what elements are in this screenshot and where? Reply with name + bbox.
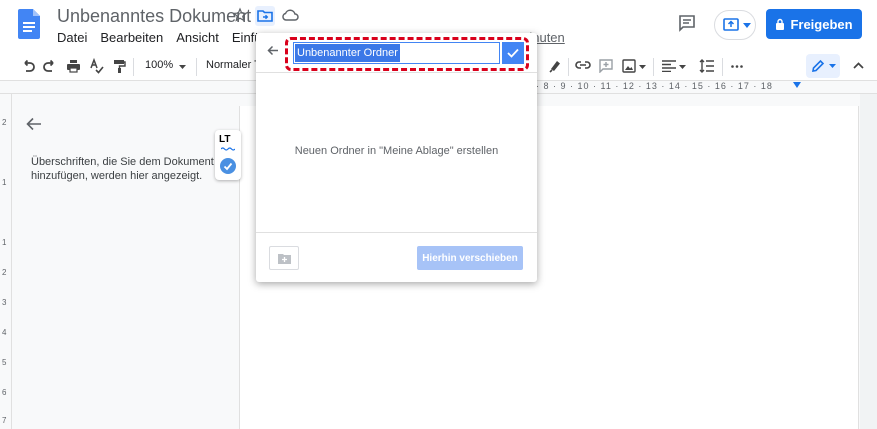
- chevron-down-icon: [829, 64, 836, 68]
- move-to-folder-icon[interactable]: [255, 6, 275, 26]
- editing-mode-button[interactable]: [806, 54, 840, 78]
- right-indent-marker-icon[interactable]: [793, 82, 801, 88]
- wave-icon: [221, 147, 235, 151]
- present-icon: [723, 17, 739, 33]
- outline-hint: Überschriften, die Sie dem Dokument hinz…: [31, 156, 214, 182]
- menu-view[interactable]: Ansicht: [176, 30, 219, 45]
- highlight-annotation: [285, 37, 529, 71]
- present-button[interactable]: [714, 10, 756, 40]
- new-folder-button[interactable]: [269, 246, 299, 270]
- new-folder-icon: [277, 253, 291, 264]
- close-outline-icon[interactable]: [26, 117, 42, 131]
- spellcheck-icon[interactable]: [89, 58, 104, 74]
- vruler-label: 3: [2, 298, 7, 307]
- vruler-label: 1: [2, 178, 7, 187]
- toolbar-divider: [568, 58, 569, 76]
- align-icon[interactable]: [662, 60, 676, 72]
- back-arrow-icon[interactable]: [267, 45, 279, 56]
- add-comment-icon[interactable]: [599, 59, 613, 73]
- toolbar-divider: [722, 58, 723, 76]
- chevron-down-icon: [743, 23, 751, 28]
- line-spacing-icon[interactable]: [699, 59, 714, 73]
- move-here-button[interactable]: Hierhin verschieben: [417, 246, 523, 270]
- dialog-body-text: Neuen Ordner in "Meine Ablage" erstellen: [294, 145, 499, 157]
- toolbar-divider: [653, 58, 654, 76]
- ruler-ticks: · 8 · 9 · 10 · 11 · 12 · 13 · 14 · 15 · …: [536, 81, 773, 91]
- highlight-pen-icon[interactable]: [548, 58, 562, 74]
- pencil-icon: [811, 59, 825, 73]
- link-icon[interactable]: [575, 60, 591, 70]
- lock-icon: [775, 18, 785, 30]
- cloud-status-icon[interactable]: [281, 8, 299, 22]
- collapse-toolbar-icon[interactable]: [853, 62, 864, 69]
- zoom-select[interactable]: 100%: [145, 59, 173, 71]
- dialog-divider: [256, 232, 537, 233]
- toolbar-divider: [133, 58, 134, 76]
- share-button[interactable]: Freigeben: [766, 9, 862, 39]
- vruler-label: 6: [2, 388, 7, 397]
- menu-edit[interactable]: Bearbeiten: [100, 30, 163, 45]
- vruler-label: 1: [2, 238, 7, 247]
- comment-history-icon[interactable]: [678, 14, 696, 32]
- more-options-icon[interactable]: [731, 65, 743, 68]
- document-title[interactable]: Unbenanntes Dokument: [57, 6, 251, 27]
- scrollbar[interactable]: [860, 94, 877, 429]
- chevron-down-icon: [179, 65, 186, 69]
- menu-file[interactable]: Datei: [57, 30, 87, 45]
- toolbar-divider: [196, 58, 197, 76]
- undo-icon[interactable]: [21, 59, 35, 73]
- vruler-label: 5: [2, 358, 7, 367]
- insert-image-icon[interactable]: [622, 59, 636, 73]
- languagetool-logo: LT: [219, 134, 231, 145]
- chevron-down-icon: [639, 65, 646, 69]
- print-icon[interactable]: [66, 59, 81, 73]
- redo-icon[interactable]: [43, 59, 57, 73]
- vruler-label: 2: [2, 268, 7, 277]
- languagetool-widget[interactable]: LT: [215, 130, 241, 180]
- vertical-ruler[interactable]: 2 1 1 2 3 4 5 6 7: [0, 94, 12, 429]
- vruler-label: 4: [2, 328, 7, 337]
- paint-format-icon[interactable]: [113, 59, 126, 73]
- star-icon[interactable]: [232, 7, 248, 23]
- vruler-label: 7: [2, 416, 7, 425]
- share-label: Freigeben: [790, 16, 853, 32]
- menu-bar: Datei Bearbeiten Ansicht Einfügen: [57, 30, 283, 45]
- chevron-down-icon: [679, 65, 686, 69]
- check-circle-icon: [220, 158, 236, 174]
- vruler-label: 2: [2, 118, 7, 127]
- docs-logo-icon[interactable]: [18, 9, 40, 39]
